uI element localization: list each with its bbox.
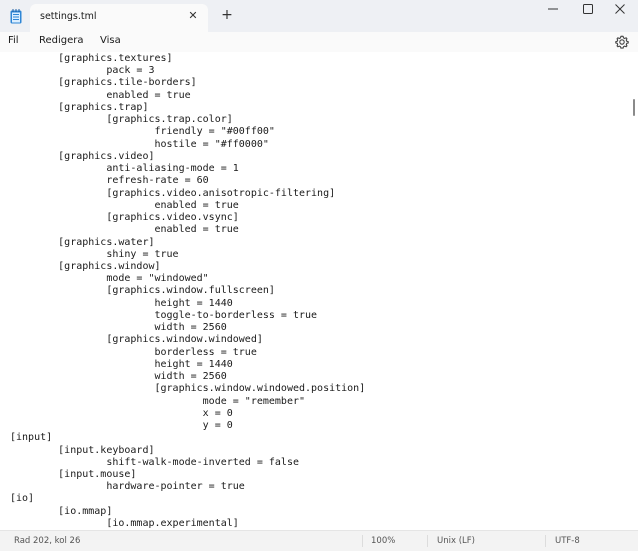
code-line: [graphics.video.vsync] <box>10 212 239 224</box>
menu-view[interactable]: Visa <box>100 35 121 46</box>
code-line: [graphics.trap.color] <box>10 114 233 126</box>
code-line: [graphics.window] <box>10 260 161 272</box>
code-line: [graphics.window.fullscreen] <box>10 285 275 297</box>
code-line: [graphics.tile-borders] <box>10 77 197 89</box>
scrollbar-thumb[interactable] <box>633 99 635 116</box>
code-line: height = 1440 <box>10 297 233 309</box>
code-line: y = 0 <box>10 420 233 432</box>
code-line: enabled = true <box>10 199 239 211</box>
code-line: [input] <box>10 432 53 444</box>
code-line: refresh-rate = 60 <box>10 175 209 187</box>
code-line: [graphics.video] <box>10 150 155 162</box>
menu-bar: Fil Redigera Visa <box>0 32 638 52</box>
code-line: [input.mouse] <box>10 468 137 480</box>
encoding[interactable]: UTF-8 <box>555 536 580 546</box>
zoom-level[interactable]: 100% <box>371 536 395 546</box>
close-icon <box>615 4 625 14</box>
code-line: x = 0 <box>10 407 233 419</box>
code-line: enabled = true <box>10 89 191 101</box>
code-line: pack = 3 <box>10 65 155 77</box>
maximize-icon <box>583 4 593 14</box>
code-line: mode = "remember" <box>10 395 306 407</box>
code-line: [graphics.textures] <box>10 53 173 64</box>
code-line: [graphics.window.windowed] <box>10 334 263 346</box>
status-divider <box>362 535 363 547</box>
minimize-button[interactable] <box>535 0 571 18</box>
code-line: [io] <box>10 493 35 505</box>
code-line: toggle-to-borderless = true <box>10 309 318 321</box>
code-line: borderless = true <box>10 346 257 358</box>
code-line: mode = "windowed" <box>10 273 209 285</box>
line-ending[interactable]: Unix (LF) <box>437 536 475 546</box>
menu-file[interactable]: Fil <box>8 35 19 46</box>
code-line: width = 2560 <box>10 322 227 334</box>
notepad-icon <box>10 9 22 24</box>
title-bar: settings.tml ✕ + <box>0 0 638 32</box>
code-line: [graphics.window.windowed.position] <box>10 383 366 395</box>
tab-settings-tml[interactable]: settings.tml ✕ <box>30 4 208 32</box>
close-window-button[interactable] <box>602 0 638 18</box>
new-tab-button[interactable]: + <box>219 7 235 23</box>
minimize-icon <box>548 8 558 10</box>
cursor-position: Rad 202, kol 26 <box>14 536 81 546</box>
code-line: shiny = true <box>10 248 179 260</box>
tab-title: settings.tml <box>40 11 97 22</box>
close-tab-icon[interactable]: ✕ <box>186 9 200 23</box>
code-line: anti-aliasing-mode = 1 <box>10 163 239 175</box>
code-content[interactable]: [graphics.textures] pack = 3 [graphics.t… <box>10 53 365 530</box>
menu-edit[interactable]: Redigera <box>39 35 84 46</box>
code-line: width = 2560 <box>10 371 227 383</box>
settings-gear-icon[interactable] <box>614 34 630 50</box>
code-line: [io.mmap] <box>10 505 113 517</box>
vertical-scrollbar[interactable] <box>630 52 638 530</box>
code-line: [graphics.water] <box>10 236 155 248</box>
code-line: [graphics.video.anisotropic-filtering] <box>10 187 336 199</box>
status-divider <box>427 535 428 547</box>
status-divider <box>545 535 546 547</box>
maximize-button[interactable] <box>570 0 606 18</box>
code-line: shift-walk-mode-inverted = false <box>10 456 299 468</box>
code-line: [graphics.trap] <box>10 101 149 113</box>
code-line: [input.keyboard] <box>10 444 155 456</box>
code-line: [io.mmap.experimental] <box>10 517 239 529</box>
code-line: hardware-pointer = true <box>10 481 245 493</box>
code-line: enabled = true <box>10 224 239 236</box>
text-editor[interactable]: [graphics.textures] pack = 3 [graphics.t… <box>0 52 630 530</box>
code-line: hostile = "#ff0000" <box>10 138 269 150</box>
code-line: height = 1440 <box>10 358 233 370</box>
code-line: friendly = "#00ff00" <box>10 126 275 138</box>
status-bar: Rad 202, kol 26 100% Unix (LF) UTF-8 <box>0 530 638 551</box>
